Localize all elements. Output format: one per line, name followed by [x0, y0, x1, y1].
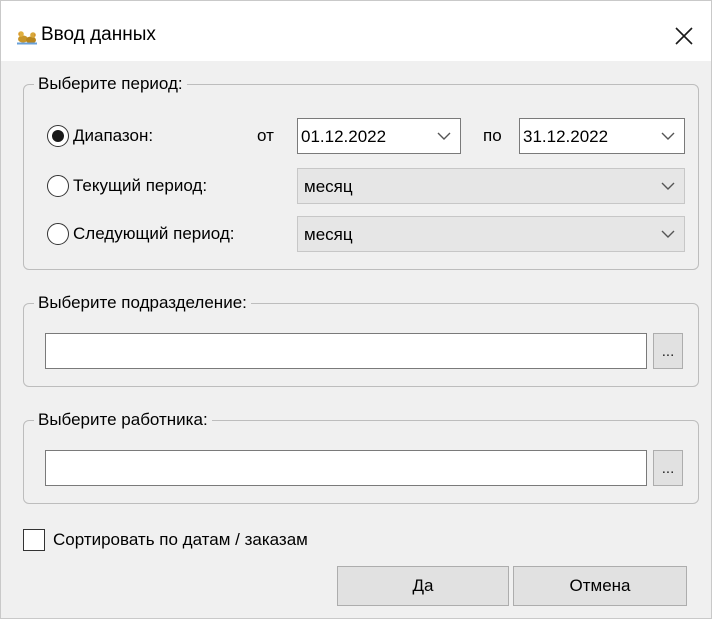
next-period-label: Следующий период:: [73, 224, 235, 243]
employee-group-legend: Выберите работника:: [38, 410, 208, 429]
sort-checkbox-label[interactable]: Сортировать по датам / заказам: [53, 529, 308, 551]
current-period-label: Текущий период:: [73, 176, 208, 195]
ducks-app-icon: [17, 27, 37, 45]
employee-input[interactable]: [45, 450, 647, 486]
ok-button[interactable]: Да: [337, 566, 509, 606]
current-period-radio[interactable]: [47, 175, 69, 197]
department-group-legend: Выберите подразделение:: [38, 293, 247, 312]
current-period-value: месяц: [304, 177, 353, 196]
title-bar[interactable]: Ввод данных: [1, 1, 711, 61]
current-period-select[interactable]: месяц: [297, 168, 685, 204]
from-label: от: [257, 126, 274, 145]
next-period-select[interactable]: месяц: [297, 216, 685, 252]
date-to-value: 31.12.2022: [523, 127, 609, 146]
date-to-picker[interactable]: 31.12.2022: [519, 118, 685, 154]
range-radio[interactable]: [47, 125, 69, 147]
dialog-window: Ввод данных Выберите период: Диапазон: о…: [0, 0, 712, 619]
chevron-down-icon[interactable]: [436, 131, 452, 141]
cancel-button[interactable]: Отмена: [513, 566, 687, 606]
department-browse-button[interactable]: ...: [653, 333, 683, 369]
window-title: Ввод данных: [41, 24, 156, 45]
department-input[interactable]: [45, 333, 647, 369]
employee-browse-button[interactable]: ...: [653, 450, 683, 486]
period-group-legend: Выберите период:: [38, 74, 183, 93]
to-label: по: [483, 126, 502, 145]
chevron-down-icon[interactable]: [660, 229, 676, 239]
chevron-down-icon[interactable]: [660, 131, 676, 141]
close-icon[interactable]: [669, 21, 699, 51]
chevron-down-icon[interactable]: [660, 181, 676, 191]
next-period-radio[interactable]: [47, 223, 69, 245]
date-from-value: 01.12.2022: [301, 127, 387, 146]
next-period-value: месяц: [304, 225, 353, 244]
date-from-picker[interactable]: 01.12.2022: [297, 118, 461, 154]
sort-checkbox[interactable]: [23, 529, 45, 551]
range-label: Диапазон:: [73, 126, 154, 145]
